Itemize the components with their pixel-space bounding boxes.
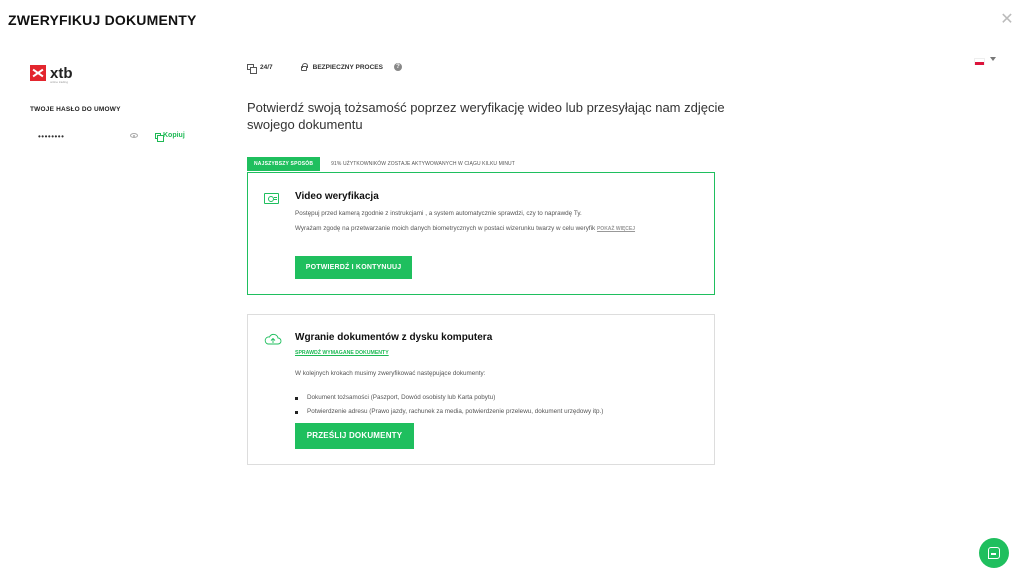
copy-icon [155,132,164,142]
support-info: 24/7 [247,63,273,74]
bullet-icon [295,410,298,414]
copy-button[interactable]: Kopiuj [155,132,185,142]
logo-subtitle: online trading [50,80,69,84]
document-list: Dokument tożsamości (Paszport, Dowód oso… [295,391,603,419]
document-upload-card[interactable]: Wgranie dokumentów z dysku komputera SPR… [247,314,715,465]
docs-card-title: Wgranie dokumentów z dysku komputera [295,332,493,343]
required-documents-link[interactable]: SPRAWDŹ WYMAGANE DOKUMENTY [295,350,389,356]
bullet-icon [295,396,298,400]
copy-button-label: Kopiuj [163,132,185,139]
chat-icon [988,547,1000,559]
help-icon[interactable]: ? [393,63,402,71]
main-heading: Potwierdź swoją tożsamość poprzez weryfi… [247,100,725,132]
secure-label: BEZPIECZNY PROCES [312,63,383,71]
support-label: 24/7 [260,63,273,71]
confirm-continue-button[interactable]: POTWIERDŹ I KONTYNUUJ [295,256,412,279]
upload-documents-button[interactable]: PRZEŚLIJ DOKUMENTY [295,423,414,449]
password-label: TWOJE HASŁO DO UMOWY [30,106,121,113]
lock-icon [300,62,308,71]
video-id-icon [264,193,279,204]
eye-icon[interactable] [130,133,138,138]
secure-info: BEZPIECZNY PROCES ? [300,62,402,71]
close-icon[interactable]: ✕ [1000,12,1014,28]
badge-row: NAJSZYBSZY SPOSÓB 91% UŻYTKOWNIKÓW ZOSTA… [247,157,515,171]
support-icon [247,64,257,74]
info-row: 24/7 BEZPIECZNY PROCES ? [247,62,430,74]
flag-stripe-red [975,62,984,65]
docs-card-intro: W kolejnych krokach musimy zweryfikować … [295,370,486,377]
fastest-badge: NAJSZYBSZY SPOSÓB [247,157,321,171]
video-card-description: Postępuj przed kamerą zgodnie z instrukc… [295,210,582,217]
video-card-consent: Wyrażam zgodę na przetwarzanie moich dan… [295,223,695,235]
logo-text: xtb [50,64,73,82]
language-flag-icon[interactable] [974,58,985,65]
list-item: Potwierdzenie adresu (Prawo jazdy, rachu… [295,405,603,419]
list-item-text: Potwierdzenie adresu (Prawo jazdy, rachu… [307,408,604,415]
video-verification-card[interactable]: Video weryfikacja Postępuj przed kamerą … [247,172,715,295]
list-item: Dokument tożsamości (Paszport, Dowód oso… [295,391,603,405]
consent-text: Wyrażam zgodę na przetwarzanie moich dan… [295,225,596,232]
cloud-upload-icon [264,333,282,345]
show-more-link[interactable]: POKAŻ WIĘCEJ [597,226,635,232]
activation-note: 91% UŻYTKOWNIKÓW ZOSTAJE AKTYWOWANYCH W … [331,161,515,167]
page-title: ZWERYFIKUJ DOKUMENTY [8,12,197,28]
list-item-text: Dokument tożsamości (Paszport, Dowód oso… [307,394,496,401]
password-value: •••••••• [38,132,65,141]
xtb-logo-mark-icon [30,65,46,81]
video-card-title: Video weryfikacja [295,191,379,202]
chat-button[interactable] [979,538,1009,568]
chevron-down-icon[interactable] [990,57,996,61]
xtb-logo: xtb [30,65,73,81]
